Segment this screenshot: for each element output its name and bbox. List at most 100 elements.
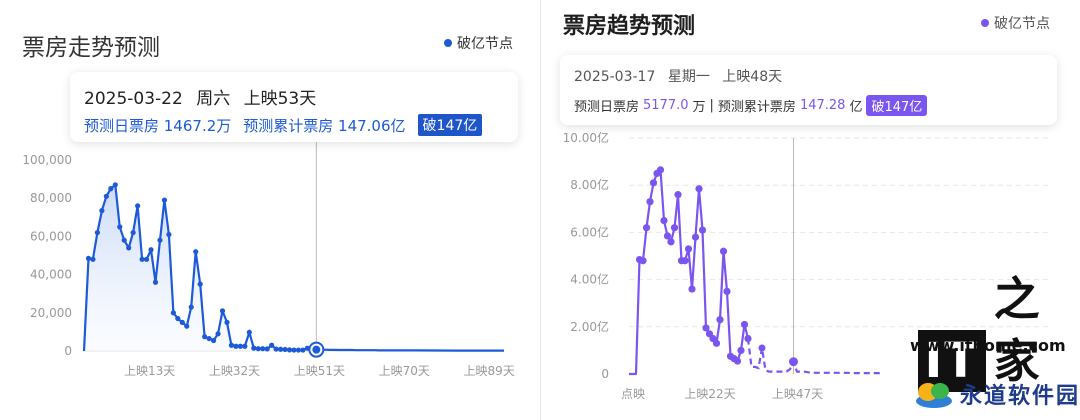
left-y-tick-label: 0	[64, 344, 72, 358]
left-data-point	[224, 319, 230, 325]
right-data-point	[719, 247, 728, 255]
left-data-point	[175, 315, 181, 322]
left-data-point	[273, 346, 279, 352]
left-data-point	[157, 237, 163, 243]
right-data-point	[642, 224, 651, 232]
left-x-tick-label: 上映13天	[124, 364, 175, 378]
left-data-point	[291, 347, 297, 353]
left-chart-panel: 票房走势预测 破亿节点 0 20,000 40,000 60,000 80,000 100…	[0, 0, 540, 420]
right-data-point	[737, 346, 745, 354]
left-data-point	[237, 343, 243, 349]
left-tooltip-total: 预测累计票房 147.06亿	[243, 116, 406, 135]
left-data-point	[94, 229, 101, 236]
left-data-point	[269, 342, 275, 348]
right-data-point	[667, 238, 675, 246]
left-data-point	[219, 308, 226, 314]
left-data-point	[103, 193, 109, 199]
left-data-point	[166, 231, 172, 238]
right-y-tick-label: 0	[601, 367, 609, 381]
right-data-point	[716, 316, 724, 324]
left-x-tick-label: 上映51天	[294, 364, 345, 378]
left-data-point	[179, 319, 185, 325]
right-y-tick-label: 2.00亿	[570, 319, 609, 334]
right-tooltip-total-unit: 亿	[849, 100, 863, 115]
left-data-point	[264, 346, 270, 352]
right-tooltip-weekday: 星期一	[667, 69, 710, 85]
left-data-point	[126, 245, 132, 251]
left-line-chart[interactable]: 0 20,000 40,000 60,000 80,000 100,000 上映13天 上映3…	[0, 0, 540, 420]
left-data-point	[206, 335, 212, 342]
left-data-point	[188, 304, 194, 310]
left-tooltip-weekday: 周六	[196, 89, 231, 109]
right-data-point	[684, 245, 693, 253]
right-tooltip-header: 2025-03-17 星期一 上映48天	[574, 66, 790, 86]
right-data-point	[649, 179, 658, 187]
left-tooltip: 2025-03-22 周六 上映53天 预测日票房 1467.2万 预测累计票房…	[70, 72, 518, 142]
ithome-url: www.ithome.com	[910, 336, 1066, 355]
left-tooltip-date: 2025-03-22	[84, 89, 183, 109]
yongdao-brand: 永道软件园	[914, 378, 1080, 410]
right-tooltip-total-prefix: 预测累计票房	[717, 100, 796, 115]
right-data-point	[670, 224, 679, 232]
left-data-point	[233, 343, 239, 349]
right-data-point	[656, 166, 665, 174]
right-tooltip-separator: |	[709, 98, 714, 113]
left-tooltip-header: 2025-03-22 周六 上映53天	[84, 84, 324, 109]
left-data-point	[184, 323, 190, 329]
left-y-tick-label: 20,000	[30, 306, 72, 320]
left-data-point	[197, 281, 203, 287]
left-highlight-point	[312, 345, 321, 354]
left-tooltip-day: 上映53天	[243, 89, 317, 109]
it-logo-char: 之家	[993, 272, 1040, 388]
left-data-point	[99, 208, 105, 214]
yongdao-logo-icon	[916, 383, 952, 408]
right-y-tick-label: 6.00亿	[570, 224, 609, 239]
left-data-point	[117, 224, 123, 230]
right-data-point	[639, 257, 647, 265]
left-data-point	[255, 346, 261, 352]
left-data-point	[170, 310, 176, 316]
left-data-point	[121, 237, 127, 243]
left-data-point	[286, 347, 293, 353]
left-data-point	[260, 346, 266, 352]
right-tooltip-daily-unit: 万	[692, 100, 706, 115]
right-tooltip-values: 预测日票房 5177.0 万 | 预测累计票房 147.28 亿 破147亿	[574, 95, 931, 116]
left-y-tick-label: 40,000	[30, 268, 72, 282]
right-tooltip-daily-prefix: 预测日票房	[574, 100, 640, 115]
left-tooltip-daily: 预测日票房 1467.2万	[84, 116, 232, 135]
left-data-point	[300, 347, 306, 353]
right-data-point	[712, 339, 721, 347]
left-x-tick-label: 上映70天	[379, 364, 430, 378]
left-data-point	[143, 256, 150, 262]
left-data-point	[148, 247, 154, 253]
left-data-point	[112, 182, 118, 188]
right-tooltip-total-value: 147.28	[799, 98, 846, 113]
left-data-point	[193, 249, 199, 255]
right-data-point	[674, 191, 682, 199]
left-x-tick-label: 上映32天	[209, 364, 260, 378]
right-x-tick-label: 上映47天	[772, 387, 823, 401]
right-tooltip-date: 2025-03-17	[574, 69, 656, 85]
right-x-tick-label: 上映22天	[684, 387, 735, 401]
right-y-tick-label: 10.00亿	[563, 130, 609, 145]
left-data-point	[152, 279, 159, 285]
left-data-point	[210, 337, 217, 344]
right-data-point	[698, 226, 707, 234]
right-tooltip: 2025-03-17 星期一 上映48天 预测日票房 5177.0 万 | 预测…	[560, 55, 1057, 125]
right-x-tick-label: 点映	[621, 387, 645, 401]
left-series-area	[84, 184, 504, 351]
right-data-point	[723, 287, 731, 295]
left-data-point	[277, 346, 284, 352]
left-data-point	[242, 343, 248, 349]
left-data-point	[246, 329, 252, 335]
left-y-tick-label: 100,000	[22, 153, 72, 167]
right-data-point	[733, 357, 742, 365]
right-y-tick-label: 4.00亿	[570, 272, 609, 287]
yongdao-text: 永道软件园	[960, 383, 1080, 409]
right-series-line-forecast	[746, 338, 881, 375]
ithome-logo: IT 之家	[918, 268, 1080, 392]
left-data-point	[90, 256, 96, 262]
right-tooltip-badge: 破147亿	[866, 95, 928, 116]
right-data-point	[646, 198, 654, 206]
right-data-point	[660, 217, 668, 225]
